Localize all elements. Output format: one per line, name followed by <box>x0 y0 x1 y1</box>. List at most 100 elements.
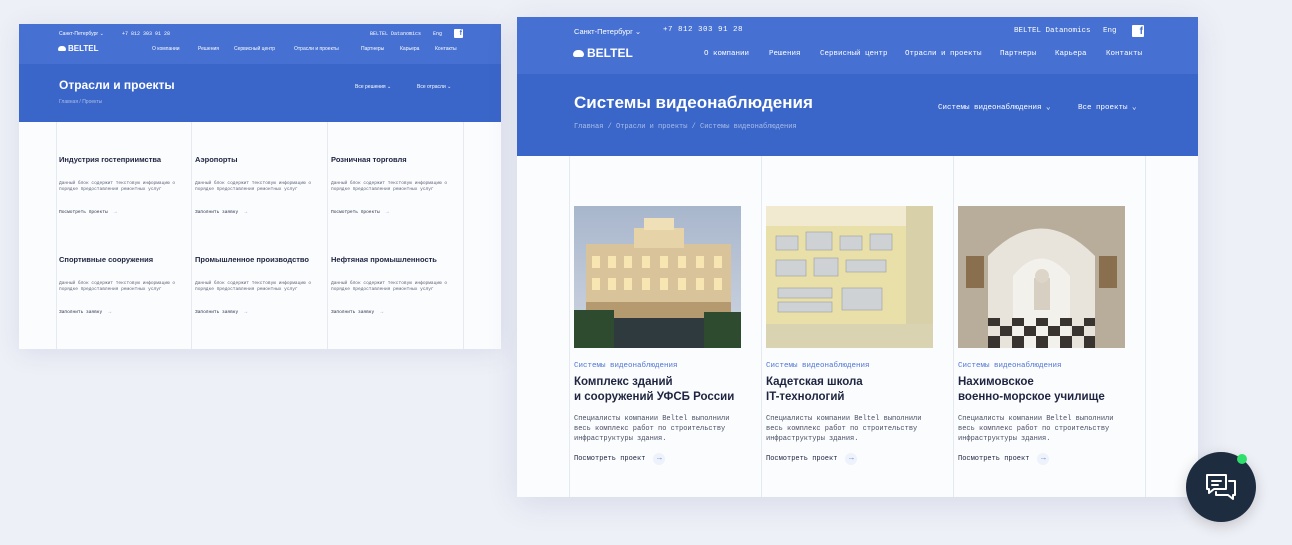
card-link[interactable]: Посмотреть проекты → <box>59 209 179 215</box>
city-selector[interactable]: Санкт-Петербург ⌄ <box>574 27 641 36</box>
industry-card: Аэропорты Данный блок содержит текстовую… <box>195 154 315 215</box>
card-description: Данный блок содержит текстовую информаци… <box>59 181 176 192</box>
nav-item-contacts[interactable]: Контакты <box>1106 50 1142 58</box>
language-switch[interactable]: Eng <box>433 31 442 37</box>
project-photo[interactable] <box>766 206 933 348</box>
card-title-line: Кадетская школа <box>766 376 863 388</box>
card-title: Индустрия гостеприимства <box>59 155 162 164</box>
card-title[interactable]: Кадетская школа IT-технологий <box>766 375 933 405</box>
beltel-logo[interactable]: BELTEL <box>58 44 99 53</box>
chat-bubbles-icon <box>1206 474 1236 500</box>
industry-card: Спортивные сооружения Данный блок содерж… <box>59 254 179 315</box>
logo-text: BELTEL <box>587 46 633 60</box>
city-selector[interactable]: Санкт-Петербург ⌄ <box>59 31 104 37</box>
page-title: Системы видеонаблюдения <box>574 93 813 112</box>
industries-filter[interactable]: Все отрасли ⌄ <box>417 84 451 90</box>
nav-item-company[interactable]: О компании <box>152 46 180 52</box>
solution-filter[interactable]: Системы видеонаблюдения ⌄ <box>938 102 1051 112</box>
phone-number[interactable]: +7 812 303 91 28 <box>122 31 170 37</box>
page-title: Отрасли и проекты <box>59 78 175 92</box>
card-title: Спортивные сооружения <box>59 255 154 264</box>
nav-item-contacts[interactable]: Контакты <box>435 46 457 52</box>
card-description: Данный блок содержит текстовую информаци… <box>331 181 448 192</box>
facebook-icon[interactable]: f <box>1132 25 1144 37</box>
arrow-right-icon: → <box>108 309 112 315</box>
view-project-link[interactable]: Посмотреть проект → <box>574 453 741 465</box>
logo-mark-icon <box>573 49 584 57</box>
card-link-label: Заполнить заявку <box>195 209 239 215</box>
solutions-filter[interactable]: Все решения ⌄ <box>355 84 391 90</box>
grid-line <box>191 122 192 349</box>
card-link-label: Заполнить заявку <box>331 309 375 315</box>
datanomics-link[interactable]: BELTEL Datanomics <box>370 31 421 37</box>
grid-line <box>463 122 464 349</box>
industry-card: Нефтяная промышленность Данный блок соде… <box>331 254 451 315</box>
card-description: Данный блок содержит текстовую информаци… <box>331 281 448 292</box>
nav-item-industries[interactable]: Отрасли и проекты <box>294 46 339 52</box>
card-category[interactable]: Системы видеонаблюдения <box>766 362 933 370</box>
industry-card: Индустрия гостеприимства Данный блок сод… <box>59 154 179 215</box>
card-link[interactable]: Заполнить заявку → <box>195 209 315 215</box>
card-link[interactable]: Заполнить заявку → <box>59 309 179 315</box>
card-category[interactable]: Системы видеонаблюдения <box>574 362 741 370</box>
grid-line <box>56 122 57 349</box>
card-link-label: Заполнить заявку <box>195 309 239 315</box>
project-card[interactable]: Системы видеонаблюдения Нахимовское воен… <box>958 206 1125 465</box>
card-link[interactable]: Посмотреть проекты → <box>331 209 451 215</box>
nav-item-partners[interactable]: Партнеры <box>361 46 384 52</box>
nav-item-company[interactable]: О компании <box>704 50 749 58</box>
card-category[interactable]: Системы видеонаблюдения <box>958 362 1125 370</box>
nav-item-solutions[interactable]: Решения <box>198 46 219 52</box>
project-card[interactable]: Системы видеонаблюдения Кадетская школа … <box>766 206 933 465</box>
card-link[interactable]: Заполнить заявку → <box>195 309 315 315</box>
arrow-right-icon: → <box>113 209 117 215</box>
grid-line <box>953 156 954 497</box>
card-title[interactable]: Нахимовское военно-морское училище <box>958 375 1125 405</box>
nav-item-solutions[interactable]: Решения <box>769 50 801 58</box>
language-switch[interactable]: Eng <box>1103 27 1117 35</box>
card-description: Специалисты компании Beltel выполнили ве… <box>958 415 1114 443</box>
card-link[interactable]: Заполнить заявку → <box>331 309 451 315</box>
project-card[interactable]: Системы видеонаблюдения Комплекс зданий … <box>574 206 741 465</box>
nav-item-career[interactable]: Карьера <box>1055 50 1087 58</box>
link-label: Посмотреть проект <box>958 455 1030 463</box>
nav-item-career[interactable]: Карьера <box>400 46 419 52</box>
nav-item-service[interactable]: Сервисный центр <box>820 50 888 58</box>
card-title: Промышленное производство <box>195 255 310 264</box>
breadcrumb[interactable]: Главная / Отрасли и проекты / Системы ви… <box>574 123 797 131</box>
left-page-mockup: Санкт-Петербург ⌄ +7 812 303 91 28 BELTE… <box>19 24 501 349</box>
link-label: Посмотреть проект <box>574 455 646 463</box>
online-status-dot <box>1237 454 1247 464</box>
card-description: Данный блок содержит текстовую информаци… <box>195 181 312 192</box>
card-link-label: Посмотреть проекты <box>59 209 108 215</box>
nav-item-service[interactable]: Сервисный центр <box>234 46 275 52</box>
card-description: Специалисты компании Beltel выполнили ве… <box>766 415 922 443</box>
industry-card: Розничная торговля Данный блок содержит … <box>331 154 451 215</box>
card-title: Аэропорты <box>195 155 238 164</box>
facebook-icon[interactable]: f <box>454 29 463 38</box>
logo-text: BELTEL <box>68 44 99 53</box>
nav-item-industries[interactable]: Отрасли и проекты <box>905 50 982 58</box>
project-photo[interactable] <box>574 206 741 348</box>
datanomics-link[interactable]: BELTEL Datanomics <box>1014 27 1091 35</box>
card-link-label: Посмотреть проекты <box>331 209 380 215</box>
projects-filter[interactable]: Все проекты ⌄ <box>1078 102 1137 112</box>
nav-item-partners[interactable]: Партнеры <box>1000 50 1036 58</box>
project-photo[interactable] <box>958 206 1125 348</box>
breadcrumb[interactable]: Главная / Проекты <box>59 99 102 105</box>
card-title-line: и сооружений УФСБ России <box>574 391 735 403</box>
card-title: Розничная торговля <box>331 155 407 164</box>
card-title: Нефтяная промышленность <box>331 255 437 264</box>
card-description: Данный блок содержит текстовую информаци… <box>59 281 176 292</box>
view-project-link[interactable]: Посмотреть проект → <box>766 453 933 465</box>
industry-card: Промышленное производство Данный блок со… <box>195 254 315 315</box>
card-title[interactable]: Комплекс зданий и сооружений УФСБ России <box>574 375 741 405</box>
grid-line <box>761 156 762 497</box>
phone-number[interactable]: +7 812 303 91 28 <box>663 26 743 34</box>
card-title-line: Нахимовское <box>958 376 1034 388</box>
arrow-right-icon: → <box>845 453 858 465</box>
beltel-logo[interactable]: BELTEL <box>573 46 633 60</box>
view-project-link[interactable]: Посмотреть проект → <box>958 453 1125 465</box>
arrow-right-icon: → <box>244 209 248 215</box>
card-link-label: Заполнить заявку <box>59 309 103 315</box>
